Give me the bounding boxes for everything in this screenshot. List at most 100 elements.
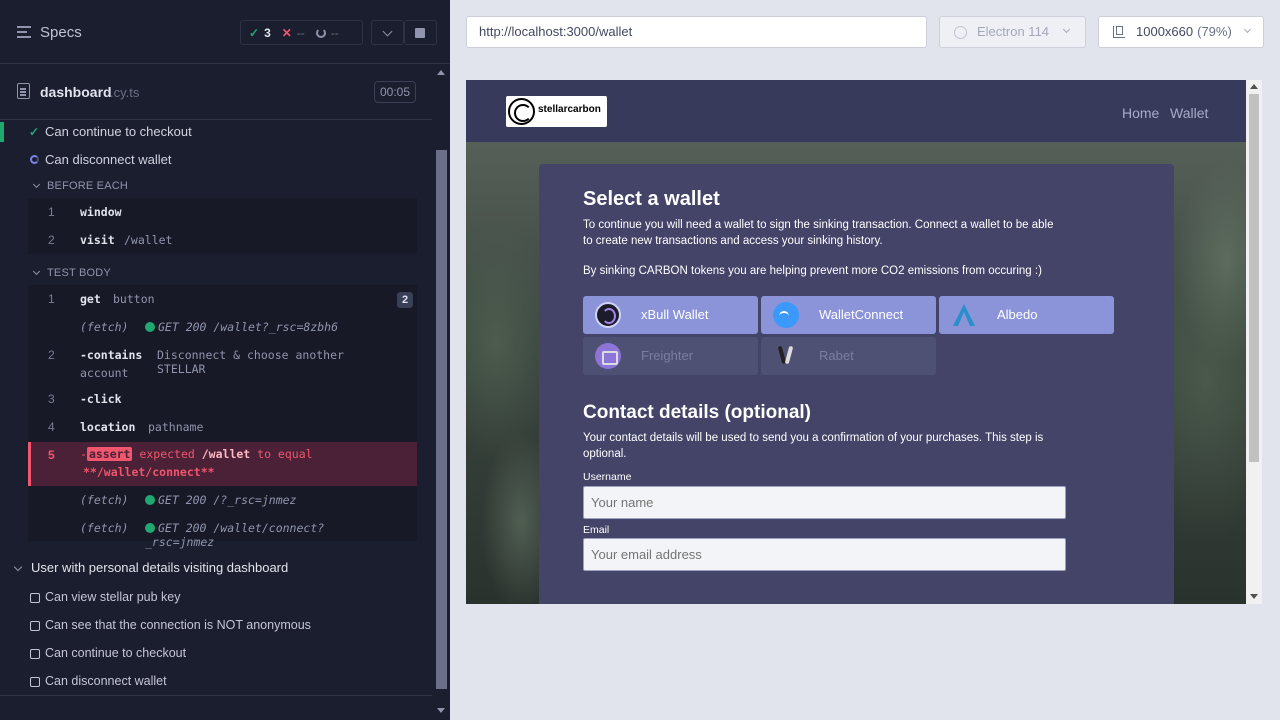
document-icon — [17, 83, 30, 99]
assertion-expected-value: **/wallet/connect** — [83, 465, 215, 479]
xbull-wallet-button[interactable]: xBull Wallet — [583, 296, 758, 334]
username-label: Username — [583, 471, 632, 483]
chevron-down-icon — [1243, 25, 1252, 34]
test-title[interactable]: Can view stellar pub key — [45, 590, 180, 604]
spec-duration: 00:05 — [374, 81, 416, 103]
reporter-scrollbar-thumb[interactable] — [436, 150, 447, 689]
running-spinner-icon — [30, 155, 39, 164]
specs-list-icon[interactable] — [17, 26, 31, 38]
command-name: -click — [80, 392, 122, 406]
chevron-down-icon[interactable] — [13, 562, 23, 572]
command-name: -contains — [80, 348, 143, 362]
test-title[interactable]: Can disconnect wallet — [45, 152, 171, 167]
rabet-wallet-button[interactable]: Rabet — [761, 337, 936, 375]
fetch-message: GET 200 /wallet/connect?_rsc=jnmez — [145, 521, 325, 549]
status-dot-icon — [145, 523, 155, 533]
scroll-up-arrow-icon[interactable] — [437, 70, 445, 75]
test-title[interactable]: Can disconnect wallet — [45, 674, 167, 688]
browser-label: Electron 114 — [977, 24, 1050, 39]
hook-test-body[interactable]: TEST BODY — [47, 267, 111, 279]
pending-checkbox-icon — [30, 593, 40, 603]
viewport-icon — [1113, 26, 1125, 38]
command-name: location — [80, 420, 136, 434]
albedo-wallet-button[interactable]: Albedo — [939, 296, 1114, 334]
chevron-down-icon[interactable] — [32, 180, 41, 189]
command-message: button — [113, 292, 155, 306]
command-name: window — [80, 205, 122, 219]
browser-selector[interactable]: Electron 114 — [939, 16, 1086, 48]
scroll-down-arrow-icon[interactable] — [1250, 594, 1258, 599]
failed-assertion-row[interactable]: 5 - assert expected /wallet to equal **/w… — [28, 442, 417, 486]
assert-tag: assert — [86, 447, 133, 461]
contact-text: Your contact details will be used to sen… — [583, 432, 1044, 460]
scroll-up-arrow-icon[interactable] — [1250, 84, 1258, 89]
pending-count: -- — [330, 25, 339, 40]
wallet-label: Rabet — [819, 348, 854, 363]
wallet-label: Albedo — [997, 307, 1038, 322]
viewport-zoom: (79%) — [1197, 24, 1232, 39]
page-title: Select a wallet — [583, 188, 720, 210]
fetch-message: GET 200 /wallet?_rsc=8zbh6 — [158, 320, 339, 334]
spec-file-name[interactable]: dashboard — [40, 84, 112, 100]
albedo-icon — [951, 302, 977, 328]
command-message: pathname — [148, 420, 204, 434]
app-scrollbar-thumb[interactable] — [1249, 94, 1259, 462]
wallet-label: xBull Wallet — [641, 307, 709, 322]
test-title[interactable]: Can continue to checkout — [45, 646, 186, 660]
wallet-label: WalletConnect — [819, 307, 904, 322]
note-text: By sinking CARBON tokens you are helping… — [583, 265, 1042, 277]
command-log-panel: Specs ✓ 3 ✕ -- -- dashboard .cy.ts 00:05… — [0, 0, 450, 720]
walletconnect-button[interactable]: WalletConnect — [761, 296, 936, 334]
fetch-label: (fetch) — [80, 320, 129, 334]
fetch-label: (fetch) — [80, 521, 129, 535]
email-input[interactable] — [583, 538, 1066, 571]
url-bar[interactable]: http://localhost:3000/wallet — [466, 16, 927, 48]
status-dot-icon — [145, 495, 155, 505]
electron-icon — [954, 26, 967, 39]
pending-checkbox-icon — [30, 677, 40, 687]
username-input[interactable] — [583, 486, 1066, 519]
command-number: 1 — [48, 205, 55, 219]
command-number: 3 — [48, 392, 55, 406]
test-title[interactable]: Can see that the connection is NOT anony… — [45, 618, 311, 632]
xbull-icon — [595, 302, 621, 328]
chevron-down-icon — [1062, 25, 1071, 34]
command-message: /wallet — [124, 233, 173, 247]
stellarcarbon-logo[interactable]: stellarcarbon — [506, 96, 607, 127]
suite-title[interactable]: User with personal details visiting dash… — [31, 560, 288, 575]
command-message: account — [80, 366, 129, 380]
fetch-label: (fetch) — [80, 493, 129, 507]
nav-link-home[interactable]: Home — [1122, 105, 1159, 121]
hook-before-each[interactable]: BEFORE EACH — [47, 180, 128, 192]
divider — [0, 695, 432, 696]
auto-scroll-toggle-button[interactable] — [371, 20, 404, 45]
freighter-wallet-button[interactable]: Freighter — [583, 337, 758, 375]
pending-checkbox-icon — [30, 621, 40, 631]
test-title[interactable]: Can continue to checkout — [45, 124, 192, 139]
viewport-selector[interactable]: 1000x660 (79%) — [1098, 16, 1264, 48]
command-number: 5 — [48, 448, 55, 462]
reporter-header: Specs ✓ 3 ✕ -- -- — [0, 0, 450, 64]
pending-checkbox-icon — [30, 649, 40, 659]
scroll-down-arrow-icon[interactable] — [437, 708, 445, 713]
failed-x-icon: ✕ — [281, 25, 292, 40]
spec-file-ext: .cy.ts — [110, 85, 140, 100]
command-number: 2 — [48, 348, 55, 362]
nav-link-wallet[interactable]: Wallet — [1170, 105, 1208, 121]
passed-check-icon: ✓ — [249, 25, 260, 40]
specs-label[interactable]: Specs — [40, 24, 82, 41]
spec-file-header: dashboard .cy.ts 00:05 — [0, 72, 432, 120]
command-name: visit — [80, 233, 115, 247]
app-iframe: stellarcarbon Home Wallet Select a walle… — [466, 80, 1246, 604]
command-name: get — [80, 292, 101, 306]
wallet-card: Select a wallet To continue you will nee… — [539, 164, 1174, 604]
email-label: Email — [583, 524, 610, 536]
freighter-icon — [595, 343, 621, 369]
intro-text: To continue you will need a wallet to si… — [583, 219, 1054, 247]
stop-button[interactable] — [404, 20, 437, 45]
wallet-label: Freighter — [641, 348, 694, 363]
passed-count: 3 — [264, 25, 271, 40]
site-navbar: stellarcarbon Home Wallet — [466, 80, 1246, 142]
rabet-icon — [773, 343, 799, 369]
chevron-down-icon[interactable] — [32, 267, 41, 276]
